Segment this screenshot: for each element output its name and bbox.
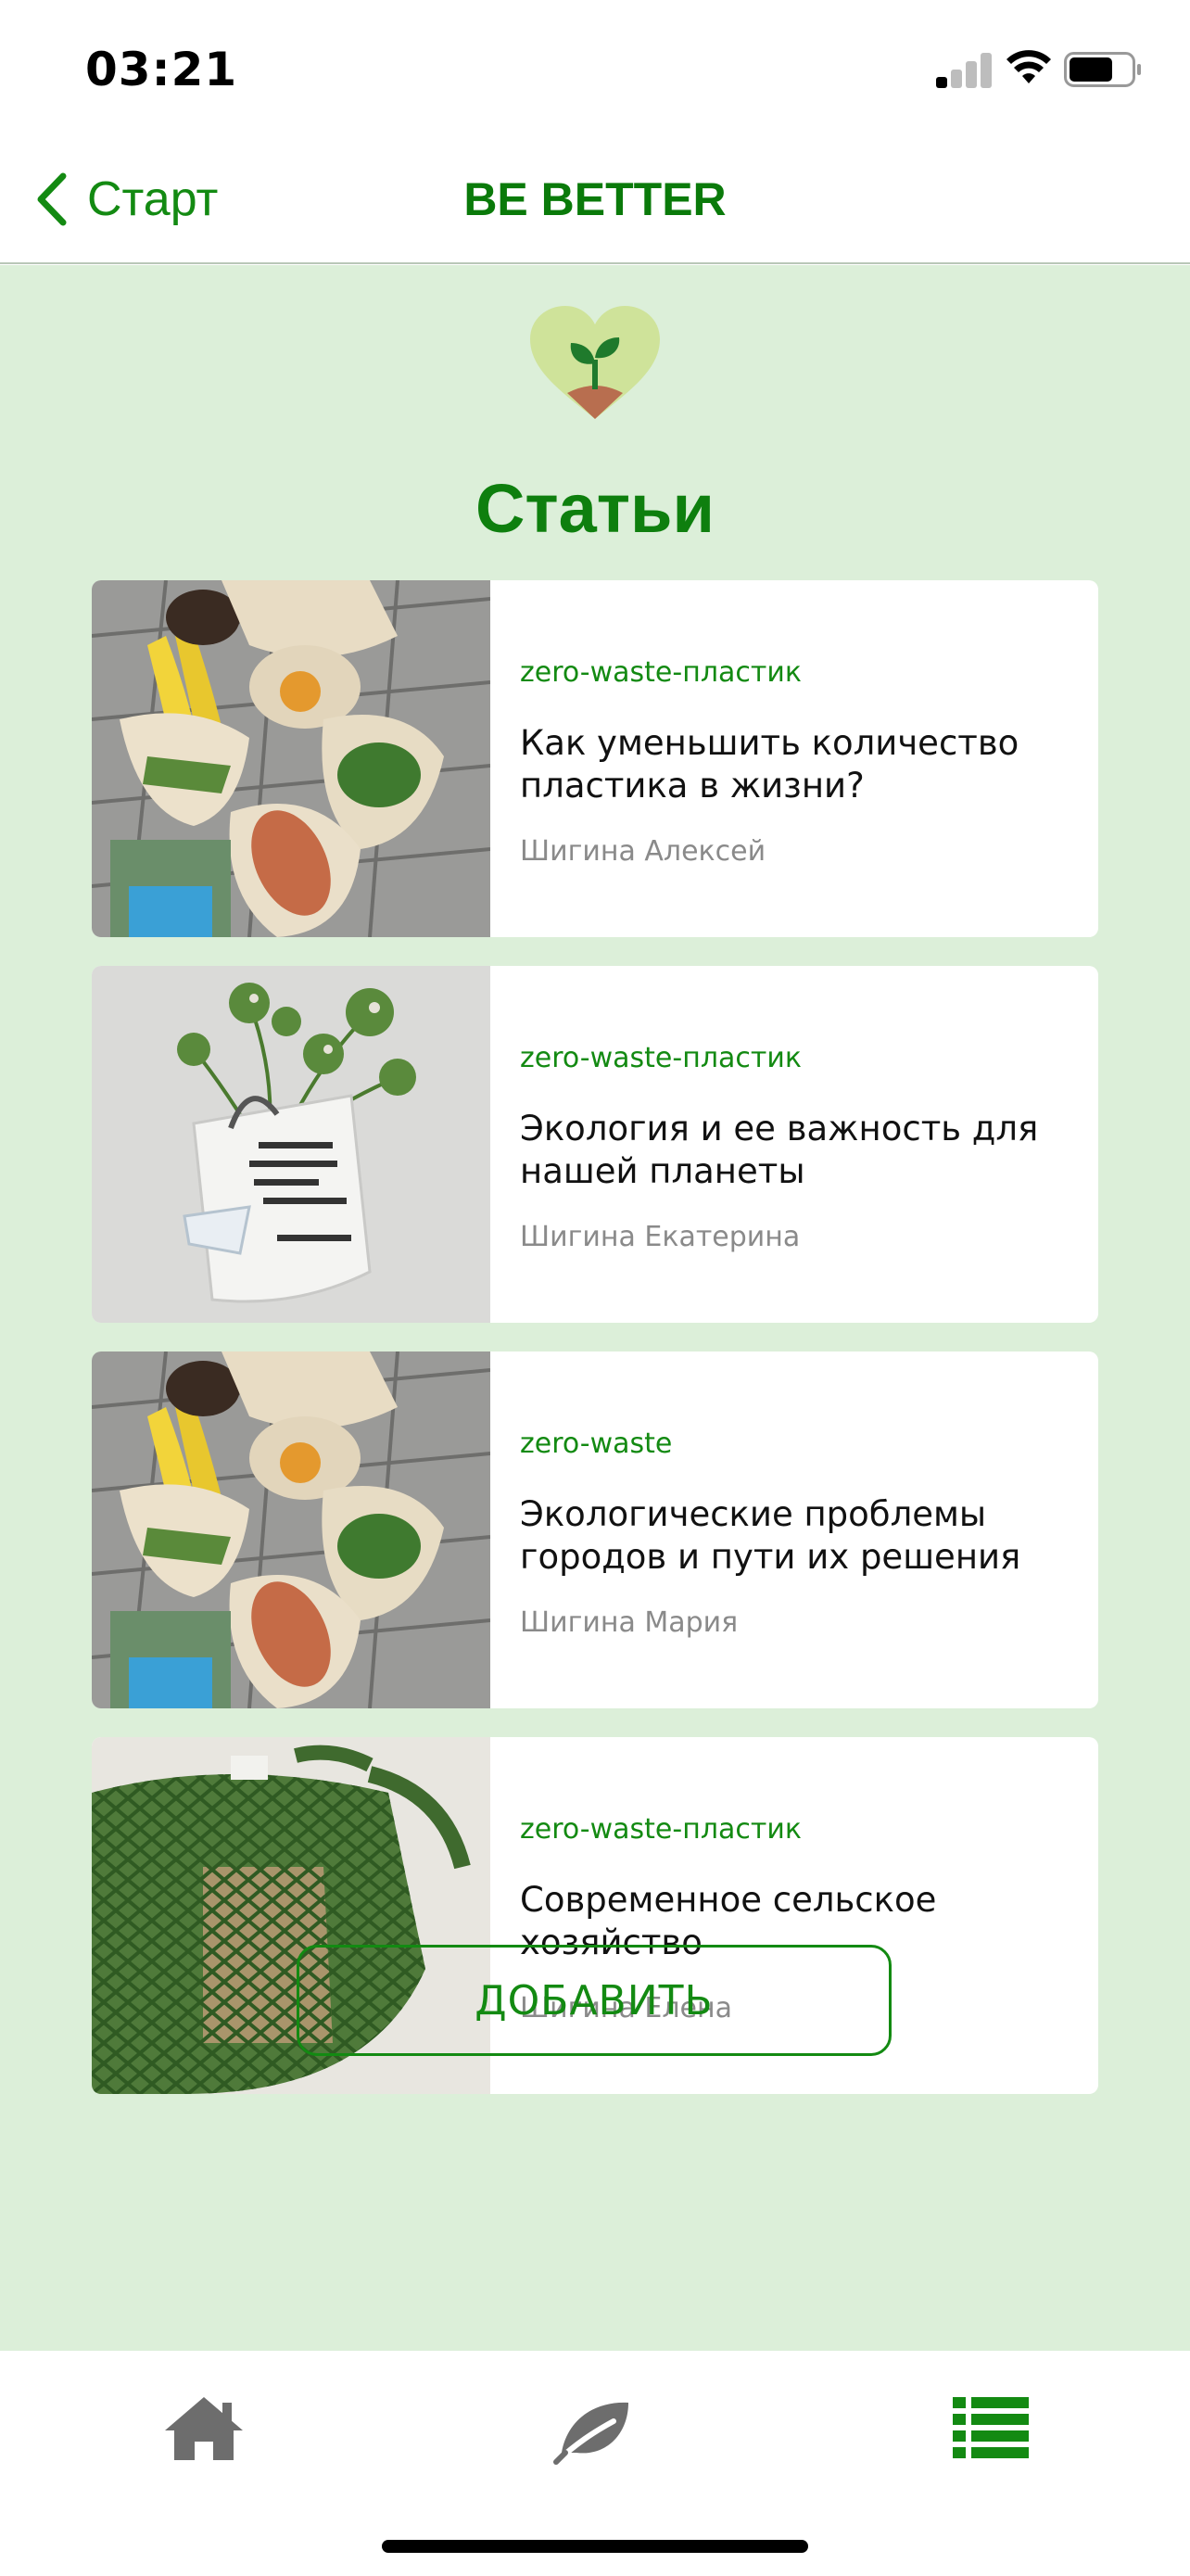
battery-icon	[1064, 52, 1141, 87]
cellular-signal-icon	[936, 51, 994, 88]
status-time: 03:21	[85, 43, 238, 96]
article-author: Шигина Мария	[520, 1606, 739, 1639]
article-image-tote-bag-flowers	[92, 966, 490, 1323]
article-image-produce-bags	[92, 1351, 490, 1708]
home-icon	[165, 2397, 243, 2460]
article-image-produce-bags	[92, 580, 490, 937]
status-bar: 03:21	[0, 0, 1190, 139]
article-card[interactable]: zero-waste-пластик Как уменьшить количес…	[92, 580, 1098, 937]
article-author: Шигина Алексей	[520, 835, 766, 868]
article-title: Как уменьшить количество пластика в жизн…	[520, 723, 1019, 806]
heart-sprout-logo-icon	[530, 306, 660, 419]
add-article-button[interactable]: ДОБАВИТЬ	[297, 1945, 892, 2056]
article-card[interactable]: zero-waste-пластик Экология и ее важност…	[92, 966, 1098, 1323]
app-title: BE BETTER	[463, 173, 727, 225]
article-title: Экологические проблемы городов и пути их…	[520, 1494, 1021, 1577]
tab-articles[interactable]	[943, 2392, 1036, 2466]
article-tag: zero-waste-пластик	[520, 656, 802, 689]
article-title: Экология и ее важность для нашей планеты	[520, 1109, 1039, 1191]
wifi-icon	[1006, 50, 1051, 83]
navigation-bar: Старт BE BETTER	[0, 139, 1190, 264]
leaf-icon	[553, 2402, 628, 2465]
articles-screen: Статьи zero-waste-пластик Как уменьшить …	[0, 265, 1190, 2351]
tab-home[interactable]	[158, 2392, 250, 2466]
article-author: Шигина Екатерина	[520, 1221, 801, 1253]
article-tag: zero-waste-пластик	[520, 1042, 802, 1074]
home-indicator	[382, 2540, 808, 2553]
list-icon	[953, 2397, 1029, 2458]
page-title: Статьи	[475, 470, 715, 547]
tab-eco[interactable]	[549, 2392, 641, 2466]
article-tag: zero-waste	[520, 1428, 673, 1460]
article-tag: zero-waste-пластик	[520, 1813, 802, 1846]
article-card[interactable]: zero-waste Экологические проблемы городо…	[92, 1351, 1098, 1708]
